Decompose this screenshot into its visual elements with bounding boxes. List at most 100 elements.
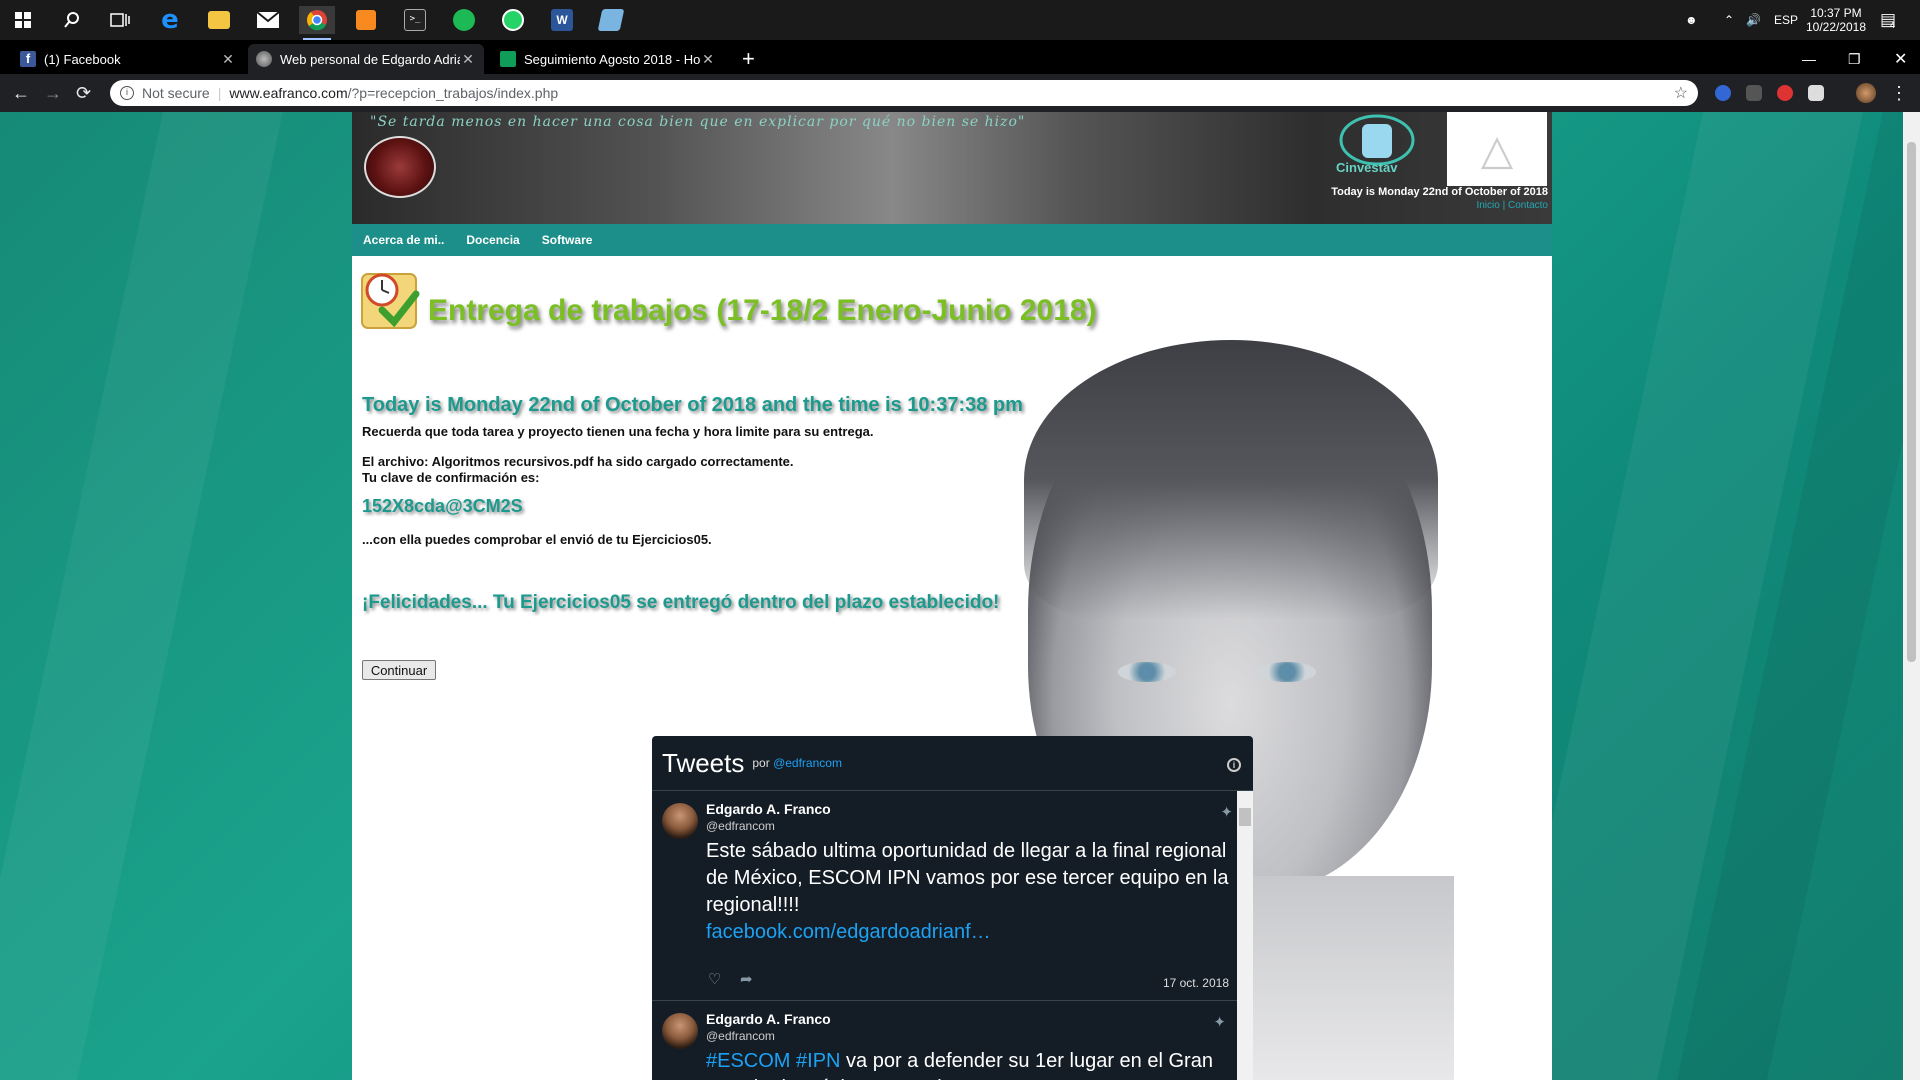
nav-item-docencia[interactable]: Docencia (466, 233, 519, 247)
edge-icon[interactable]: e (152, 5, 188, 35)
site-container: "Se tarda menos en hacer una cosa bien q… (352, 112, 1552, 1080)
puzzle-plugin-icon: △ (1447, 112, 1547, 186)
tweet[interactable]: Edgardo A. Franco @edfrancom Este sábado… (652, 791, 1253, 946)
like-icon[interactable]: ♡ (708, 970, 721, 988)
nav-item-acerca[interactable]: Acerca de mi.. (363, 233, 444, 247)
notification-count: 4 (1890, 20, 1896, 30)
page-title-row: Entrega de trabajos (17-18/2 Enero-Junio… (352, 262, 1097, 332)
clock-date: 10/22/2018 (1805, 20, 1867, 34)
search-icon[interactable] (54, 6, 90, 34)
twitter-bird-icon[interactable]: ✦ (1213, 1013, 1226, 1031)
language-indicator[interactable]: ESP (1774, 0, 1798, 40)
mail-icon[interactable] (250, 6, 286, 34)
sublime-text-icon[interactable] (348, 6, 384, 34)
file-explorer-icon[interactable] (201, 6, 237, 34)
tweet-author-handle[interactable]: @edfrancom (706, 1029, 1246, 1043)
close-icon[interactable]: ✕ (700, 51, 716, 68)
volume-icon[interactable]: 🔊 (1746, 0, 1761, 40)
tab-label: Seguimiento Agosto 2018 - Hoja (524, 51, 700, 67)
tab-label: Web personal de Edgardo Adrián (280, 51, 460, 67)
page-viewport: "Se tarda menos en hacer una cosa bien q… (0, 112, 1903, 1080)
avatar[interactable] (662, 1013, 698, 1049)
timeline-scrollbar[interactable] (1237, 791, 1253, 1080)
task-view-icon[interactable] (102, 6, 138, 34)
profile-avatar[interactable] (1856, 83, 1876, 103)
confirmation-hint: ...con ella puedes comprobar el envió de… (362, 532, 712, 547)
clock[interactable]: 10:37 PM 10/22/2018 (1806, 0, 1866, 40)
avatar[interactable] (662, 803, 698, 839)
current-datetime: Today is Monday 22nd of October of 2018 … (362, 394, 1023, 416)
bookmark-star-icon[interactable]: ☆ (1674, 83, 1688, 103)
extension-icon[interactable] (1777, 85, 1793, 101)
tweet-author-name[interactable]: Edgardo A. Franco (706, 801, 1253, 817)
extension-icon[interactable] (1808, 85, 1824, 101)
people-icon[interactable]: ☻ (1685, 0, 1698, 40)
address-bar[interactable]: i Not secure | www.eafranco.com/?p=recep… (110, 80, 1698, 106)
tab-seguimiento[interactable]: Seguimiento Agosto 2018 - Hoja ✕ (492, 44, 724, 74)
timeline-title: Tweets (662, 747, 745, 778)
share-icon[interactable]: ➦ (740, 970, 753, 988)
site-banner: "Se tarda menos en hacer una cosa bien q… (352, 112, 1552, 224)
twitter-timeline-widget: Tweets por @edfrancom i Edgardo A. Franc… (652, 736, 1253, 1080)
notification-center-icon[interactable]: ▤ 4 (1880, 0, 1896, 40)
tab-web-personal[interactable]: Web personal de Edgardo Adrián ✕ (248, 44, 484, 74)
tweet-hashtags[interactable]: #ESCOM #IPN (706, 1050, 840, 1072)
minimize-button[interactable]: — (1794, 44, 1824, 74)
browser-tab-strip: f (1) Facebook ✕ Web personal de Edgardo… (0, 40, 1920, 74)
menu-icon[interactable]: ⋮ (1890, 83, 1908, 103)
twitter-bird-icon[interactable]: ✦ (1220, 803, 1233, 821)
success-message: ¡Felicidades... Tu Ejercicios05 se entre… (362, 592, 1000, 613)
page-scroll-thumb[interactable] (1907, 142, 1916, 662)
tweet-body: Este sábado ultima oportunidad de llegar… (706, 840, 1229, 916)
extension-icon[interactable] (1715, 85, 1731, 101)
close-icon[interactable]: ✕ (460, 51, 476, 68)
byline-handle[interactable]: @edfrancom (773, 756, 842, 770)
restore-button[interactable]: ❐ (1840, 44, 1869, 74)
close-icon[interactable]: ✕ (220, 51, 236, 68)
banner-links[interactable]: Inicio | Contacto (1476, 200, 1548, 211)
banner-quote: "Se tarda menos en hacer una cosa bien q… (370, 114, 1026, 130)
reload-icon[interactable]: ⟳ (76, 83, 91, 103)
byline-label: por (752, 756, 770, 770)
tab-facebook[interactable]: f (1) Facebook ✕ (12, 44, 244, 74)
sheets-icon (500, 51, 516, 67)
tweet-text: #ESCOM #IPN va por a defender su 1er lug… (706, 1048, 1246, 1080)
tweet-link[interactable]: facebook.com/edgardoadrianf… (706, 921, 991, 943)
close-window-button[interactable]: ✕ (1886, 44, 1915, 74)
confirmation-key: 152X8cda@3CM2S (362, 496, 523, 516)
banner-date: Today is Monday 22nd of October of 2018 (1331, 186, 1548, 198)
portrait-eye (1118, 662, 1176, 682)
page-title: Entrega de trabajos (17-18/2 Enero-Junio… (428, 294, 1097, 327)
tab-label: (1) Facebook (44, 51, 121, 67)
tweet-author-handle[interactable]: @edfrancom (706, 819, 1253, 833)
page-scrollbar[interactable] (1903, 112, 1920, 1080)
clock-check-icon (358, 266, 424, 332)
chrome-icon[interactable] (299, 6, 335, 40)
timeline-scroll-thumb[interactable] (1239, 808, 1251, 826)
continue-button[interactable]: Continuar (362, 660, 436, 680)
windows-taskbar: e >_ W ☻ ⌃ 🔊 ESP 10:37 PM 10/22/2018 ▤ 4 (0, 0, 1920, 40)
new-tab-button[interactable]: + (734, 44, 764, 74)
tweet-author-name[interactable]: Edgardo A. Franco (706, 1011, 1246, 1027)
nav-item-software[interactable]: Software (542, 233, 593, 247)
tweet-date[interactable]: 17 oct. 2018 (1163, 976, 1229, 990)
extension-icon[interactable] (1746, 85, 1762, 101)
portrait-hair (1024, 340, 1438, 620)
whatsapp-icon[interactable] (495, 6, 531, 34)
cinvestav-logo-text: Cinvestav (1336, 160, 1398, 175)
tweet-text: Este sábado ultima oportunidad de llegar… (706, 838, 1246, 946)
info-icon[interactable]: i (1227, 758, 1241, 772)
windows-start-icon[interactable] (5, 6, 41, 34)
word-icon[interactable]: W (544, 6, 580, 34)
chevron-up-icon[interactable]: ⌃ (1724, 0, 1734, 40)
forward-icon[interactable]: → (44, 83, 62, 103)
tweet[interactable]: Edgardo A. Franco @edfrancom #ESCOM #IPN… (652, 1001, 1246, 1080)
terminal-icon[interactable]: >_ (397, 6, 433, 34)
security-label: Not secure (142, 85, 210, 101)
spotify-icon[interactable] (446, 6, 482, 34)
back-icon[interactable]: ← (12, 83, 30, 103)
info-icon[interactable]: i (120, 86, 134, 100)
browser-toolbar: ← → ⟳ i Not secure | www.eafranco.com/?p… (0, 74, 1920, 112)
facebook-icon: f (20, 51, 36, 67)
app-icon[interactable] (593, 6, 629, 34)
